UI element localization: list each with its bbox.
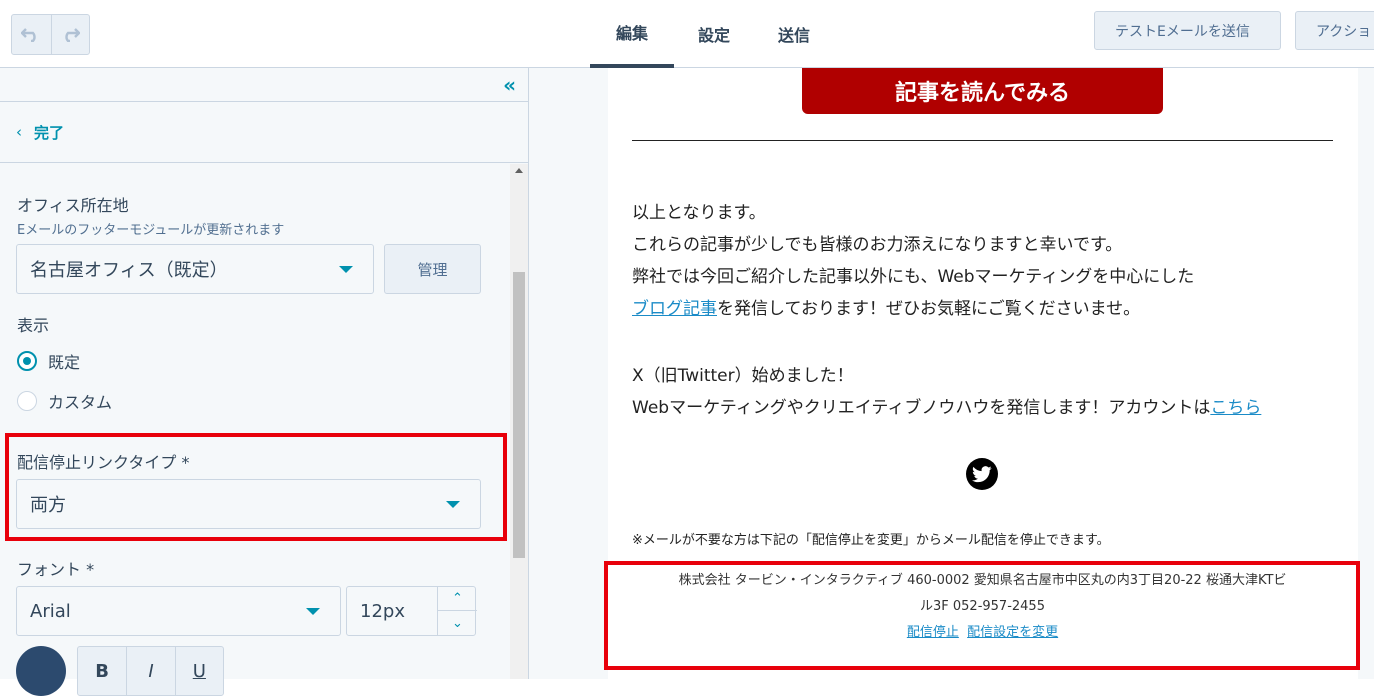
unsubscribe-type-select[interactable]: 両方 (16, 479, 481, 529)
twitter-icon[interactable] (966, 458, 998, 490)
body-line-3: 弊社では今回ご紹介した記事以外にも、Webマーケティングを中心にした (632, 267, 1195, 287)
office-select[interactable]: 名古屋オフィス（既定） (16, 244, 374, 294)
italic-button[interactable]: I (126, 647, 174, 695)
radio-default-label: 既定 (48, 353, 81, 372)
text-format-group: B I U (77, 646, 224, 696)
unsubscribe-type-label: 配信停止リンクタイプ * (17, 453, 190, 472)
tab-send[interactable]: 送信 (754, 0, 834, 68)
font-family-value: Arial (30, 600, 71, 622)
display-label: 表示 (17, 316, 50, 335)
office-select-value: 名古屋オフィス（既定） (30, 260, 228, 281)
tab-edit[interactable]: 編集 (590, 0, 675, 68)
blog-link[interactable]: ブログ記事 (632, 299, 717, 319)
divider (632, 140, 1333, 141)
scroll-up-arrow-icon[interactable] (515, 168, 523, 173)
font-family-select[interactable]: Arial (16, 586, 341, 636)
double-chevron-left-icon[interactable]: « (503, 73, 516, 97)
chevron-down-icon[interactable]: ⌄ (438, 611, 477, 635)
radio-checked-icon[interactable] (17, 351, 37, 371)
radio-default[interactable]: 既定 (17, 349, 80, 373)
collapse-row: « (0, 68, 528, 102)
stepper-controls: ⌃ ⌄ (437, 587, 477, 635)
sidebar-scrollbar[interactable] (510, 164, 528, 679)
font-size-stepper[interactable]: 12px ⌃ ⌄ (346, 586, 477, 636)
account-text: Webマーケティングやクリエイティブノウハウを発信します！アカウントは (632, 398, 1211, 418)
body-line-4: ブログ記事を発信しております！ぜひお気軽にご覧くださいませ。 (632, 294, 1140, 319)
actions-button[interactable]: アクショ (1295, 11, 1374, 50)
redo-icon[interactable] (50, 15, 90, 54)
undo-redo-group (11, 14, 90, 55)
manage-button[interactable]: 管理 (384, 244, 481, 294)
radio-custom-label: カスタム (48, 393, 113, 412)
underline-button[interactable]: U (174, 647, 223, 695)
chevron-left-icon[interactable]: ‹ (16, 123, 22, 141)
radio-unchecked-icon[interactable] (17, 391, 37, 411)
office-label: オフィス所在地 (17, 196, 129, 215)
undo-icon[interactable] (12, 15, 51, 54)
unsubscribe-note: ※メールが不要な方は下記の「配信停止を変更」からメール配信を停止できます。 (632, 533, 1110, 548)
body-line-2: これらの記事が少しでも皆様のお力添えになりますと幸いです。 (632, 235, 1123, 255)
caret-down-icon (446, 501, 460, 508)
body-line-1: 以上となります。 (632, 203, 766, 223)
blog-suffix: を発信しております！ぜひお気軽にご覧くださいませ。 (717, 299, 1141, 319)
body-line-6: Webマーケティングやクリエイティブノウハウを発信します！アカウントはこちら (632, 393, 1261, 418)
account-link[interactable]: こちら (1210, 398, 1261, 418)
chevron-up-icon[interactable]: ⌃ (438, 587, 477, 611)
bold-button[interactable]: B (78, 647, 126, 695)
font-color-swatch[interactable] (16, 646, 66, 696)
done-button[interactable]: 完了 (34, 122, 64, 143)
body-line-5: X（旧Twitter）始めました！ (632, 366, 854, 386)
unsubscribe-type-value: 両方 (30, 495, 66, 516)
caret-down-icon (339, 266, 353, 273)
font-size-value: 12px (360, 601, 405, 622)
radio-custom[interactable]: カスタム (17, 389, 112, 413)
send-test-email-button[interactable]: テストEメールを送信 (1094, 11, 1281, 50)
font-label: フォント * (17, 560, 95, 579)
done-row: ‹ 完了 (0, 102, 528, 163)
highlight-box-footer (604, 561, 1360, 670)
cta-button[interactable]: 記事を読んでみる (802, 68, 1163, 114)
scrollbar-thumb[interactable] (513, 272, 525, 558)
top-toolbar: 編集 設定 送信 テストEメールを送信 アクショ (0, 0, 1374, 68)
caret-down-icon (306, 608, 320, 615)
editor-tabs: 編集 設定 送信 (590, 0, 834, 68)
office-help-text: Eメールのフッターモジュールが更新されます (17, 223, 285, 238)
tab-settings[interactable]: 設定 (674, 0, 754, 68)
